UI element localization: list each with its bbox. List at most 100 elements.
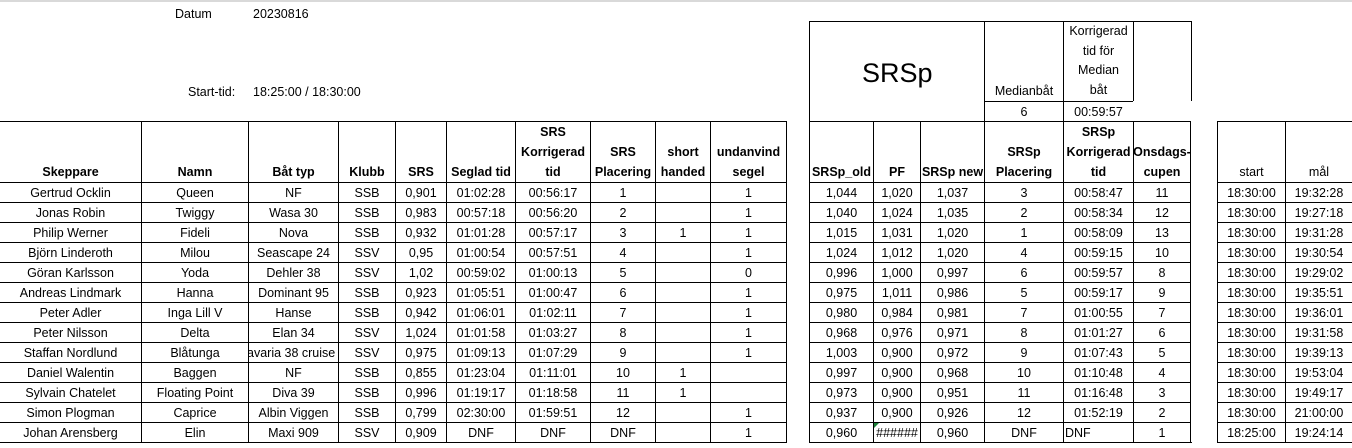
cell-skeppare[interactable]: Staffan Nordlund <box>0 342 141 362</box>
cell-battyp[interactable]: Maxi 909 <box>248 422 338 442</box>
cell-srs-plac[interactable]: 12 <box>590 402 655 422</box>
cell-srs-plac[interactable]: 11 <box>590 382 655 402</box>
cell-pf[interactable]: 0,900 <box>873 342 920 362</box>
cell-onsdags[interactable]: 12 <box>1133 202 1191 222</box>
cell-start[interactable]: 18:30:00 <box>1217 282 1285 302</box>
cell-srsp-plac[interactable]: 11 <box>984 382 1063 402</box>
cell-klubb[interactable]: SSB <box>338 362 395 382</box>
cell-onsdags[interactable]: 8 <box>1133 262 1191 282</box>
cell-klubb[interactable]: SSB <box>338 282 395 302</box>
cell-srs-korr[interactable]: 01:02:11 <box>515 302 590 322</box>
cell-srsp-old[interactable]: 1,024 <box>809 242 873 262</box>
cell-namn[interactable]: Caprice <box>141 402 248 422</box>
cell-srs-korr[interactable]: 01:59:51 <box>515 402 590 422</box>
cell-srs-plac[interactable]: 6 <box>590 282 655 302</box>
cell-klubb[interactable]: SSB <box>338 202 395 222</box>
cell-srsp-old[interactable]: 0,980 <box>809 302 873 322</box>
cell-undanvind[interactable]: 1 <box>710 222 787 242</box>
cell-short[interactable] <box>655 242 710 262</box>
cell-undanvind[interactable]: 1 <box>710 242 787 262</box>
cell-srs-plac[interactable]: 5 <box>590 262 655 282</box>
cell-pf[interactable]: 0,900 <box>873 382 920 402</box>
cell-srsp-plac[interactable]: 10 <box>984 362 1063 382</box>
cell-short[interactable] <box>655 182 710 202</box>
cell-srsp-new[interactable]: 0,968 <box>920 362 984 382</box>
cell-srs-korr[interactable]: 01:00:13 <box>515 262 590 282</box>
cell-seglad[interactable]: 01:05:51 <box>446 282 515 302</box>
cell-skeppare[interactable]: Andreas Lindmark <box>0 282 141 302</box>
cell-undanvind[interactable]: 1 <box>710 182 787 202</box>
cell-undanvind[interactable]: 0 <box>710 262 787 282</box>
cell-mal[interactable]: 19:32:28 <box>1285 182 1352 202</box>
cell-mal[interactable]: 19:31:58 <box>1285 322 1352 342</box>
cell-srsp-plac[interactable]: 12 <box>984 402 1063 422</box>
cell-srsp-korr[interactable]: 00:59:15 <box>1063 242 1133 262</box>
cell-srsp-new[interactable]: 0,971 <box>920 322 984 342</box>
cell-mal[interactable]: 19:31:28 <box>1285 222 1352 242</box>
cell-seglad[interactable]: 01:01:58 <box>446 322 515 342</box>
cell-srs[interactable]: 0,975 <box>395 342 446 362</box>
cell-short[interactable]: 1 <box>655 382 710 402</box>
cell-klubb[interactable]: SSV <box>338 422 395 442</box>
cell-klubb[interactable]: SSV <box>338 262 395 282</box>
cell-onsdags[interactable]: 2 <box>1133 402 1191 422</box>
cell-onsdags[interactable]: 11 <box>1133 182 1191 202</box>
cell-srs[interactable]: 0,909 <box>395 422 446 442</box>
cell-start[interactable]: 18:30:00 <box>1217 342 1285 362</box>
cell-namn[interactable]: Yoda <box>141 262 248 282</box>
cell-start[interactable]: 18:30:00 <box>1217 302 1285 322</box>
cell-start[interactable]: 18:25:00 <box>1217 422 1285 442</box>
cell-skeppare[interactable]: Jonas Robin <box>0 202 141 222</box>
cell-onsdags[interactable]: 13 <box>1133 222 1191 242</box>
cell-seglad[interactable]: 01:09:13 <box>446 342 515 362</box>
cell-pf[interactable]: 1,031 <box>873 222 920 242</box>
cell-srsp-old[interactable]: 1,015 <box>809 222 873 242</box>
cell-undanvind[interactable]: 1 <box>710 202 787 222</box>
cell-srsp-new[interactable]: 1,020 <box>920 222 984 242</box>
cell-pf[interactable]: 1,000 <box>873 262 920 282</box>
cell-onsdags[interactable]: 3 <box>1133 382 1191 402</box>
cell-srs-korr[interactable]: 01:18:58 <box>515 382 590 402</box>
cell-undanvind[interactable]: 1 <box>710 322 787 342</box>
cell-srsp-new[interactable]: 0,972 <box>920 342 984 362</box>
cell-srsp-plac[interactable]: 8 <box>984 322 1063 342</box>
cell-srsp-plac[interactable]: 4 <box>984 242 1063 262</box>
cell-undanvind[interactable] <box>710 382 787 402</box>
cell-seglad[interactable]: 01:23:04 <box>446 362 515 382</box>
cell-start[interactable]: 18:30:00 <box>1217 402 1285 422</box>
cell-srsp-plac[interactable]: 9 <box>984 342 1063 362</box>
cell-start[interactable]: 18:30:00 <box>1217 262 1285 282</box>
cell-srsp-old[interactable]: 0,975 <box>809 282 873 302</box>
cell-klubb[interactable]: SSB <box>338 182 395 202</box>
cell-srsp-plac[interactable]: 3 <box>984 182 1063 202</box>
cell-battyp[interactable]: Elan 34 <box>248 322 338 342</box>
cell-skeppare[interactable]: Peter Nilsson <box>0 322 141 342</box>
cell-srs[interactable]: 1,024 <box>395 322 446 342</box>
cell-srsp-new[interactable]: 1,035 <box>920 202 984 222</box>
cell-srs-plac[interactable]: 10 <box>590 362 655 382</box>
cell-srsp-new[interactable]: 0,951 <box>920 382 984 402</box>
cell-namn[interactable]: Milou <box>141 242 248 262</box>
cell-seglad[interactable]: 01:01:28 <box>446 222 515 242</box>
cell-short[interactable]: 1 <box>655 222 710 242</box>
cell-srsp-plac[interactable]: DNF <box>984 422 1063 442</box>
cell-srsp-plac[interactable]: 5 <box>984 282 1063 302</box>
cell-undanvind[interactable]: 1 <box>710 302 787 322</box>
cell-mal[interactable]: 19:35:51 <box>1285 282 1352 302</box>
cell-onsdags[interactable]: 9 <box>1133 282 1191 302</box>
cell-klubb[interactable]: SSV <box>338 342 395 362</box>
cell-srsp-old[interactable]: 0,996 <box>809 262 873 282</box>
cell-pf[interactable]: 0,976 <box>873 322 920 342</box>
cell-srsp-new[interactable]: 1,020 <box>920 242 984 262</box>
cell-mal[interactable]: 19:24:14 <box>1285 422 1352 442</box>
cell-battyp[interactable]: Hanse <box>248 302 338 322</box>
cell-start[interactable]: 18:30:00 <box>1217 362 1285 382</box>
cell-seglad[interactable]: 02:30:00 <box>446 402 515 422</box>
cell-srsp-plac[interactable]: 2 <box>984 202 1063 222</box>
cell-undanvind[interactable] <box>710 362 787 382</box>
cell-srs-plac[interactable]: DNF <box>590 422 655 442</box>
cell-klubb[interactable]: SSV <box>338 242 395 262</box>
cell-srsp-korr[interactable]: 01:00:55 <box>1063 302 1133 322</box>
cell-onsdags[interactable]: 7 <box>1133 302 1191 322</box>
cell-start[interactable]: 18:30:00 <box>1217 222 1285 242</box>
